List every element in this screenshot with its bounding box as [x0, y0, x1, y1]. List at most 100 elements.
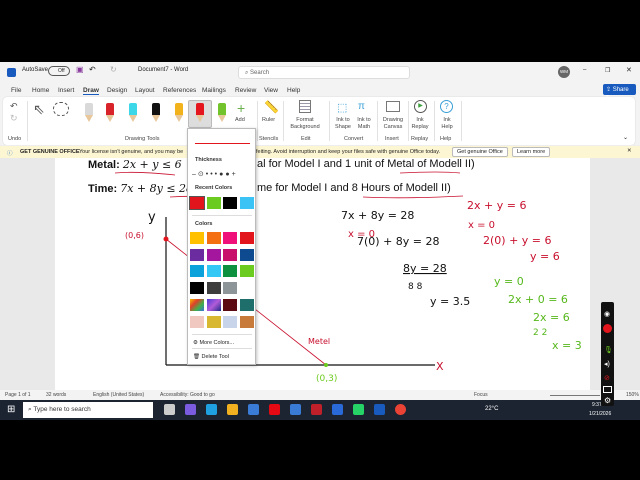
ink-replay-icon[interactable]: ▶: [414, 100, 427, 113]
pen-6[interactable]: [195, 103, 205, 123]
taskbar-app-icon[interactable]: [332, 404, 343, 415]
menu-tab-mailings[interactable]: Mailings: [202, 87, 226, 94]
color-swatch[interactable]: [206, 282, 221, 295]
texture-rose-gold[interactable]: [190, 316, 204, 328]
menu-tab-layout[interactable]: Layout: [135, 87, 155, 94]
highlighter-eraser-pen[interactable]: [84, 103, 94, 123]
collapse-ribbon-icon[interactable]: ⌄: [623, 134, 628, 141]
color-swatch[interactable]: [223, 282, 238, 295]
menu-tab-help[interactable]: Help: [287, 87, 300, 94]
undo-icon[interactable]: ↶: [89, 65, 96, 74]
menu-tab-file[interactable]: File: [11, 87, 21, 94]
format-background-icon[interactable]: [299, 100, 311, 113]
redo-icon[interactable]: ↻: [110, 65, 117, 74]
share-button[interactable]: ⇪ Share ▾: [603, 84, 636, 100]
texture-bronze[interactable]: [240, 316, 254, 328]
save-icon[interactable]: ▣: [76, 65, 84, 74]
taskbar-app-icon[interactable]: [164, 404, 175, 415]
drawing-canvas-button[interactable]: Drawing Canvas: [379, 117, 407, 131]
menu-tab-draw[interactable]: Draw: [83, 87, 99, 95]
color-swatch[interactable]: [240, 248, 255, 261]
taskbar-app-icon[interactable]: [269, 404, 280, 415]
taskbar-app-icon[interactable]: [185, 404, 196, 415]
accessibility-status[interactable]: Accessibility: Good to go: [160, 392, 215, 398]
texture-lava[interactable]: [223, 299, 237, 311]
language[interactable]: English (United States): [93, 392, 144, 398]
color-swatch[interactable]: [206, 265, 221, 278]
color-swatch[interactable]: [240, 232, 255, 244]
color-swatch[interactable]: [190, 232, 204, 244]
select-tool-icon[interactable]: ⇖: [33, 101, 45, 118]
texture-silver[interactable]: [223, 316, 237, 328]
ruler-icon[interactable]: 📏: [264, 100, 279, 114]
ink-to-math-icon[interactable]: π: [358, 101, 365, 112]
ink-to-shape-icon[interactable]: ⬚: [337, 101, 347, 114]
weather-temp[interactable]: 22°C: [485, 406, 498, 412]
recent-color-swatch[interactable]: [206, 197, 221, 209]
menu-tab-references[interactable]: References: [163, 87, 196, 94]
restore-button[interactable]: ❐: [605, 67, 610, 74]
thickness-selector[interactable]: –⊙•••●●+: [192, 170, 238, 178]
color-swatch[interactable]: [190, 282, 204, 295]
texture-rainbow[interactable]: [190, 299, 204, 311]
microphone-icon[interactable]: 🎙: [604, 346, 613, 354]
taskbar-search[interactable]: ⌕ Type here to search: [23, 402, 153, 418]
avatar[interactable]: WM: [558, 66, 570, 78]
taskbar-app-icon[interactable]: [395, 404, 406, 415]
camera-icon[interactable]: ◉: [604, 310, 610, 318]
ruler-button[interactable]: Ruler: [262, 117, 275, 124]
close-infobar-icon[interactable]: ✕: [627, 148, 632, 154]
undo-icon[interactable]: ↶: [10, 101, 18, 112]
clock-date[interactable]: 1/21/2026: [589, 411, 611, 417]
pen-3[interactable]: [128, 103, 138, 123]
recent-color-swatch[interactable]: [189, 196, 205, 210]
taskbar-app-icon[interactable]: [290, 404, 301, 415]
format-background-button[interactable]: Format Background: [287, 117, 323, 131]
zoom-level[interactable]: 150%: [626, 392, 639, 398]
focus-button[interactable]: Focus: [474, 392, 488, 398]
delete-tool-button[interactable]: 🗑 Delete Tool: [193, 354, 229, 360]
drawing-canvas-icon[interactable]: [386, 101, 400, 112]
add-pen-icon[interactable]: +: [237, 100, 245, 116]
settings-icon[interactable]: ⚙: [604, 396, 611, 405]
taskbar-app-icon[interactable]: [374, 404, 385, 415]
color-swatch[interactable]: [240, 265, 255, 278]
speaker-icon[interactable]: ◂): [604, 360, 610, 368]
menu-tab-insert[interactable]: Insert: [58, 87, 74, 94]
taskbar-app-icon[interactable]: [227, 404, 238, 415]
ink-to-math-button[interactable]: Ink to Math: [353, 117, 375, 131]
menu-tab-home[interactable]: Home: [32, 87, 49, 94]
ink-help-button[interactable]: Ink Help: [437, 117, 457, 131]
texture-gold[interactable]: [207, 316, 221, 328]
word-count[interactable]: 32 words: [46, 392, 66, 398]
texture-ocean[interactable]: [240, 299, 254, 311]
ink-to-shape-button[interactable]: Ink to Shape: [332, 117, 354, 131]
lasso-tool-icon[interactable]: [53, 102, 69, 116]
webcam-off-icon[interactable]: ⊘: [604, 374, 610, 382]
ink-help-icon[interactable]: ?: [440, 100, 453, 113]
menu-tab-view[interactable]: View: [264, 87, 278, 94]
color-swatch[interactable]: [223, 265, 238, 278]
color-swatch[interactable]: [190, 248, 204, 261]
taskbar-app-icon[interactable]: [353, 404, 364, 415]
page-count[interactable]: Page 1 of 1: [5, 392, 31, 398]
menu-tab-design[interactable]: Design: [107, 87, 127, 94]
record-button[interactable]: [603, 324, 612, 333]
taskbar-app-icon[interactable]: [206, 404, 217, 415]
texture-galaxy[interactable]: [207, 299, 221, 311]
color-swatch[interactable]: [206, 232, 221, 244]
screen-icon[interactable]: [603, 386, 612, 393]
learn-more-button[interactable]: Learn more: [512, 147, 551, 157]
more-colors-button[interactable]: ⚙ More Colors...: [193, 340, 234, 346]
minimize-button[interactable]: –: [583, 67, 586, 73]
close-button[interactable]: ✕: [626, 66, 632, 74]
taskbar-app-icon[interactable]: [311, 404, 322, 415]
color-swatch[interactable]: [206, 248, 221, 261]
start-icon[interactable]: ⊞: [7, 404, 15, 415]
recent-color-swatch[interactable]: [223, 197, 238, 209]
autosave-toggle[interactable]: Off: [48, 66, 70, 76]
taskbar-app-icon[interactable]: [248, 404, 259, 415]
color-swatch[interactable]: [223, 248, 238, 261]
zoom-slider[interactable]: [550, 395, 600, 396]
get-genuine-office-button[interactable]: Get genuine Office: [452, 147, 508, 157]
